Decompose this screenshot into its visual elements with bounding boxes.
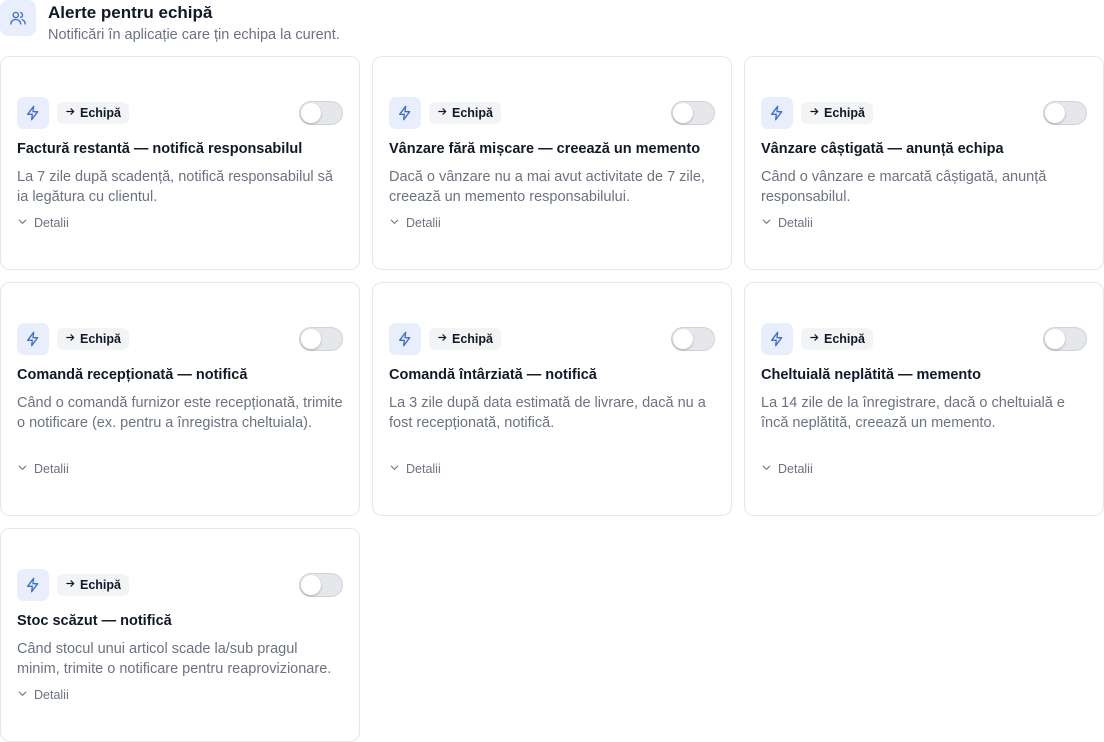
arrow-right-icon	[65, 578, 76, 592]
toggle-knob	[673, 103, 693, 123]
chevron-down-icon	[389, 216, 400, 230]
toggle-knob	[301, 103, 321, 123]
details-label: Detalii	[406, 216, 441, 230]
bolt-icon	[761, 323, 793, 355]
audience-tag: Echipă	[429, 102, 501, 124]
bolt-icon	[389, 97, 421, 129]
alert-description: Când stocul unui articol scade la/sub pr…	[17, 641, 332, 677]
toggle-knob	[1045, 103, 1065, 123]
arrow-right-icon	[65, 106, 76, 120]
alert-card: Echipă Comandă recepționată — notifică C…	[0, 282, 360, 516]
bolt-icon	[17, 97, 49, 129]
details-toggle[interactable]: Detalii	[761, 213, 1087, 233]
details-label: Detalii	[778, 462, 813, 476]
details-label: Detalii	[34, 462, 69, 476]
chevron-down-icon	[17, 216, 28, 230]
bolt-icon	[17, 323, 49, 355]
alert-title: Factură restantă — notifică responsabilu…	[17, 141, 303, 157]
alert-description: Când o comandă furnizor este recepționat…	[17, 395, 343, 431]
alert-description: La 7 zile după scadență, notifică respon…	[17, 169, 333, 205]
toggle-knob	[673, 329, 693, 349]
chevron-down-icon	[17, 688, 28, 702]
audience-tag: Echipă	[801, 328, 873, 350]
details-label: Detalii	[34, 216, 69, 230]
alert-title: Stoc scăzut — notifică	[17, 613, 172, 629]
toggle-knob	[1045, 329, 1065, 349]
section-subtitle: Notificări în aplicație care țin echipa …	[48, 27, 340, 43]
details-label: Detalii	[406, 462, 441, 476]
bolt-icon	[389, 323, 421, 355]
alert-toggle[interactable]	[299, 101, 343, 125]
tag-label: Echipă	[452, 106, 493, 120]
details-toggle[interactable]: Detalii	[389, 459, 715, 479]
tag-label: Echipă	[80, 332, 121, 346]
alert-title: Vânzare câștigată — anunță echipa	[761, 141, 1004, 157]
alert-card: Echipă Comandă întârziată — notifică La …	[372, 282, 732, 516]
arrow-right-icon	[437, 106, 448, 120]
users-icon	[0, 0, 36, 36]
section-title: Alerte pentru echipă	[48, 3, 213, 22]
arrow-right-icon	[437, 332, 448, 346]
arrow-right-icon	[809, 332, 820, 346]
tag-label: Echipă	[824, 332, 865, 346]
audience-tag: Echipă	[57, 574, 129, 596]
tag-label: Echipă	[452, 332, 493, 346]
chevron-down-icon	[761, 462, 772, 476]
alert-title: Vânzare fără mișcare — creează un mement…	[389, 141, 701, 157]
audience-tag: Echipă	[57, 102, 129, 124]
bolt-icon	[761, 97, 793, 129]
tag-label: Echipă	[824, 106, 865, 120]
details-toggle[interactable]: Detalii	[17, 685, 343, 705]
details-toggle[interactable]: Detalii	[17, 459, 343, 479]
alert-description: Când o vânzare e marcată câștigată, anun…	[761, 169, 1047, 205]
alert-description: La 3 zile după data estimată de livrare,…	[389, 395, 706, 431]
toggle-knob	[301, 329, 321, 349]
alert-toggle[interactable]	[671, 327, 715, 351]
alert-card: Echipă Factură restantă — notifică respo…	[0, 56, 360, 270]
alert-toggle[interactable]	[1043, 327, 1087, 351]
alert-card: Echipă Cheltuială neplătită — memento La…	[744, 282, 1104, 516]
alert-card: Echipă Vânzare fără mișcare — creează un…	[372, 56, 732, 270]
alerts-grid: Echipă Factură restantă — notifică respo…	[0, 56, 1104, 742]
details-toggle[interactable]: Detalii	[17, 213, 343, 233]
alert-toggle[interactable]	[299, 327, 343, 351]
details-label: Detalii	[778, 216, 813, 230]
alert-title: Cheltuială neplătită — memento	[761, 367, 981, 383]
chevron-down-icon	[389, 462, 400, 476]
alert-toggle[interactable]	[671, 101, 715, 125]
alert-description: Dacă o vânzare nu a mai avut activitate …	[389, 169, 705, 205]
alert-title: Comandă recepționată — notifică	[17, 367, 248, 383]
audience-tag: Echipă	[429, 328, 501, 350]
tag-label: Echipă	[80, 578, 121, 592]
chevron-down-icon	[761, 216, 772, 230]
alert-toggle[interactable]	[299, 573, 343, 597]
details-toggle[interactable]: Detalii	[761, 459, 1087, 479]
arrow-right-icon	[809, 106, 820, 120]
alert-description: La 14 zile de la înregistrare, dacă o ch…	[761, 395, 1065, 431]
chevron-down-icon	[17, 462, 28, 476]
bolt-icon	[17, 569, 49, 601]
details-label: Detalii	[34, 688, 69, 702]
alert-toggle[interactable]	[1043, 101, 1087, 125]
tag-label: Echipă	[80, 106, 121, 120]
audience-tag: Echipă	[801, 102, 873, 124]
arrow-right-icon	[65, 332, 76, 346]
details-toggle[interactable]: Detalii	[389, 213, 715, 233]
toggle-knob	[301, 575, 321, 595]
audience-tag: Echipă	[57, 328, 129, 350]
section-header: Alerte pentru echipă Notificări în aplic…	[0, 0, 340, 44]
alert-card: Echipă Stoc scăzut — notifică Când stocu…	[0, 528, 360, 742]
alert-card: Echipă Vânzare câștigată — anunță echipa…	[744, 56, 1104, 270]
alert-title: Comandă întârziată — notifică	[389, 367, 597, 383]
